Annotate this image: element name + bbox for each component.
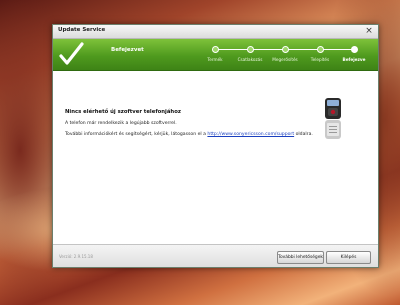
step-dot-active [350, 46, 358, 53]
step-befejezve: Befejezve [329, 46, 378, 62]
window-title: Update Service [58, 27, 106, 33]
support-link[interactable]: http://www.sonyericsson.com/support [207, 132, 294, 137]
step-label: Befejezve [342, 57, 366, 62]
version-label: Verzió: 2.9.15.18 [59, 254, 93, 259]
step-dot [316, 46, 324, 53]
title-bar[interactable]: Update Service × [53, 25, 378, 39]
message-support-text: További információkért és segítségért, k… [65, 132, 313, 137]
support-text-suffix: oldalra. [294, 132, 313, 137]
message-text: A telefon már rendelkezik a legújabb szo… [65, 121, 177, 126]
current-step-title: Befejezvet [111, 47, 144, 53]
exit-button[interactable]: Kilépés [326, 251, 371, 264]
content-area: Nincs elérhető új szoftver telefonjához … [53, 71, 378, 244]
step-dot [246, 46, 254, 53]
message-title: Nincs elérhető új szoftver telefonjához [65, 109, 181, 115]
step-header: Befejezvet Termék Csatlakozás Megerősíté… [53, 39, 378, 71]
step-dot [281, 46, 289, 53]
close-button[interactable]: × [364, 26, 374, 36]
phone-icon [325, 98, 341, 139]
checkmark-icon [59, 42, 84, 65]
support-text-prefix: További információkért és segítségért, k… [65, 132, 208, 137]
step-dot [211, 46, 219, 53]
footer-bar: Verzió: 2.9.15.18 További lehetőségek Ki… [53, 244, 378, 267]
update-service-window: Update Service × Befejezvet Termék Csatl… [52, 24, 379, 268]
more-options-button[interactable]: További lehetőségek [277, 251, 324, 264]
